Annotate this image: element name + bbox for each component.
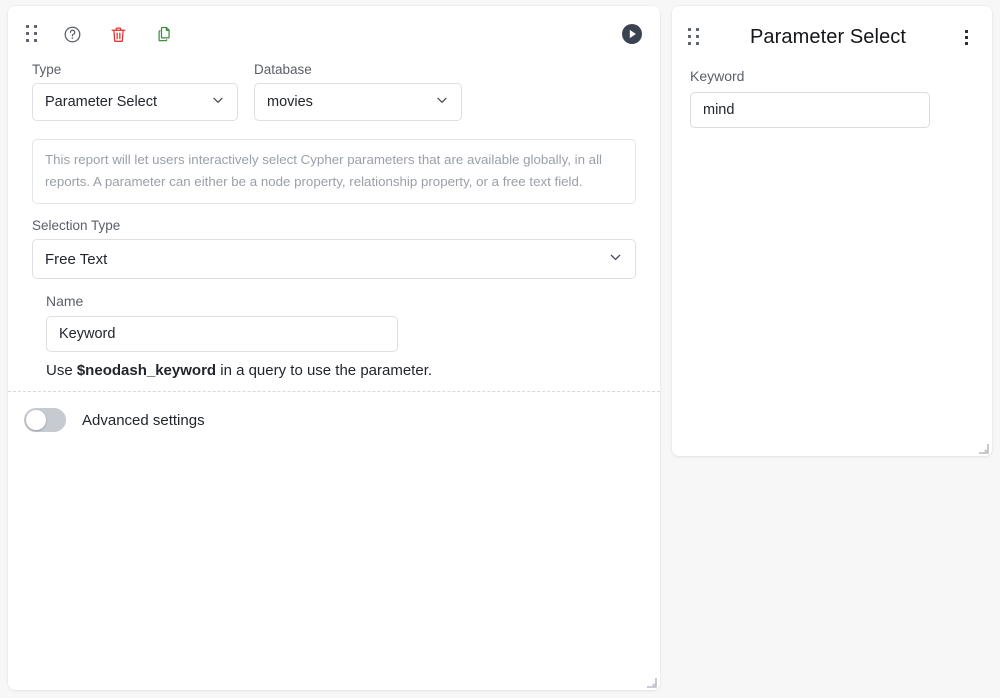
- settings-form: Type Parameter Select Database movies Th…: [8, 62, 660, 381]
- report-settings-panel: Type Parameter Select Database movies Th…: [8, 6, 660, 690]
- type-select[interactable]: Parameter Select: [32, 83, 238, 122]
- selection-type-value: Free Text: [45, 250, 108, 268]
- chevron-down-icon: [434, 92, 450, 112]
- card-header: Parameter Select: [672, 6, 992, 68]
- report-description: This report will let users interactively…: [32, 139, 636, 205]
- toggle-knob: [26, 410, 46, 430]
- hint-parameter-name: $neodash_keyword: [76, 362, 217, 380]
- database-select-value: movies: [267, 94, 313, 111]
- database-label: Database: [254, 62, 312, 77]
- selection-type-label: Selection Type: [32, 218, 121, 234]
- type-field: Type Parameter Select: [32, 62, 238, 122]
- type-database-row: Type Parameter Select Database movies: [32, 62, 636, 122]
- database-select[interactable]: movies: [254, 83, 462, 122]
- parameter-usage-hint: Use $neodash_keyword in a query to use t…: [46, 361, 636, 381]
- parameter-select-card: Parameter Select Keyword: [672, 6, 992, 456]
- resize-handle[interactable]: [977, 441, 989, 454]
- card-title: Parameter Select: [749, 25, 907, 48]
- drag-handle-icon[interactable]: [688, 28, 700, 45]
- parameter-name-input[interactable]: [46, 316, 398, 353]
- help-icon[interactable]: [60, 22, 84, 46]
- keyword-input[interactable]: [690, 91, 930, 128]
- hint-prefix: Use: [46, 362, 77, 380]
- database-field: Database movies: [254, 62, 462, 122]
- type-select-value: Parameter Select: [45, 94, 158, 111]
- type-label: Type: [32, 62, 62, 77]
- selection-type-select[interactable]: Free Text: [32, 239, 636, 280]
- advanced-settings-label: Advanced settings: [82, 411, 205, 429]
- advanced-settings-row: Advanced settings: [24, 408, 205, 432]
- trash-icon[interactable]: [106, 22, 130, 46]
- drag-handle-icon[interactable]: [26, 25, 38, 42]
- selection-type-field: Selection Type Free Text: [32, 218, 636, 280]
- settings-divider: [8, 391, 660, 392]
- keyword-label: Keyword: [690, 68, 745, 84]
- card-body: Keyword: [672, 68, 992, 128]
- copy-icon[interactable]: [152, 22, 176, 46]
- vertical-dots-menu-icon[interactable]: [956, 27, 976, 47]
- parameter-name-field: Name Use $neodash_keyword in a query to …: [32, 293, 636, 380]
- chevron-down-icon: [607, 249, 624, 270]
- chevron-down-icon: [210, 92, 226, 112]
- advanced-settings-toggle[interactable]: [24, 408, 66, 432]
- settings-toolbar: [8, 6, 660, 62]
- hint-suffix: in a query to use the parameter.: [216, 362, 433, 380]
- parameter-name-label: Name: [46, 293, 84, 310]
- run-report-button[interactable]: [620, 22, 644, 46]
- resize-handle[interactable]: [645, 675, 657, 688]
